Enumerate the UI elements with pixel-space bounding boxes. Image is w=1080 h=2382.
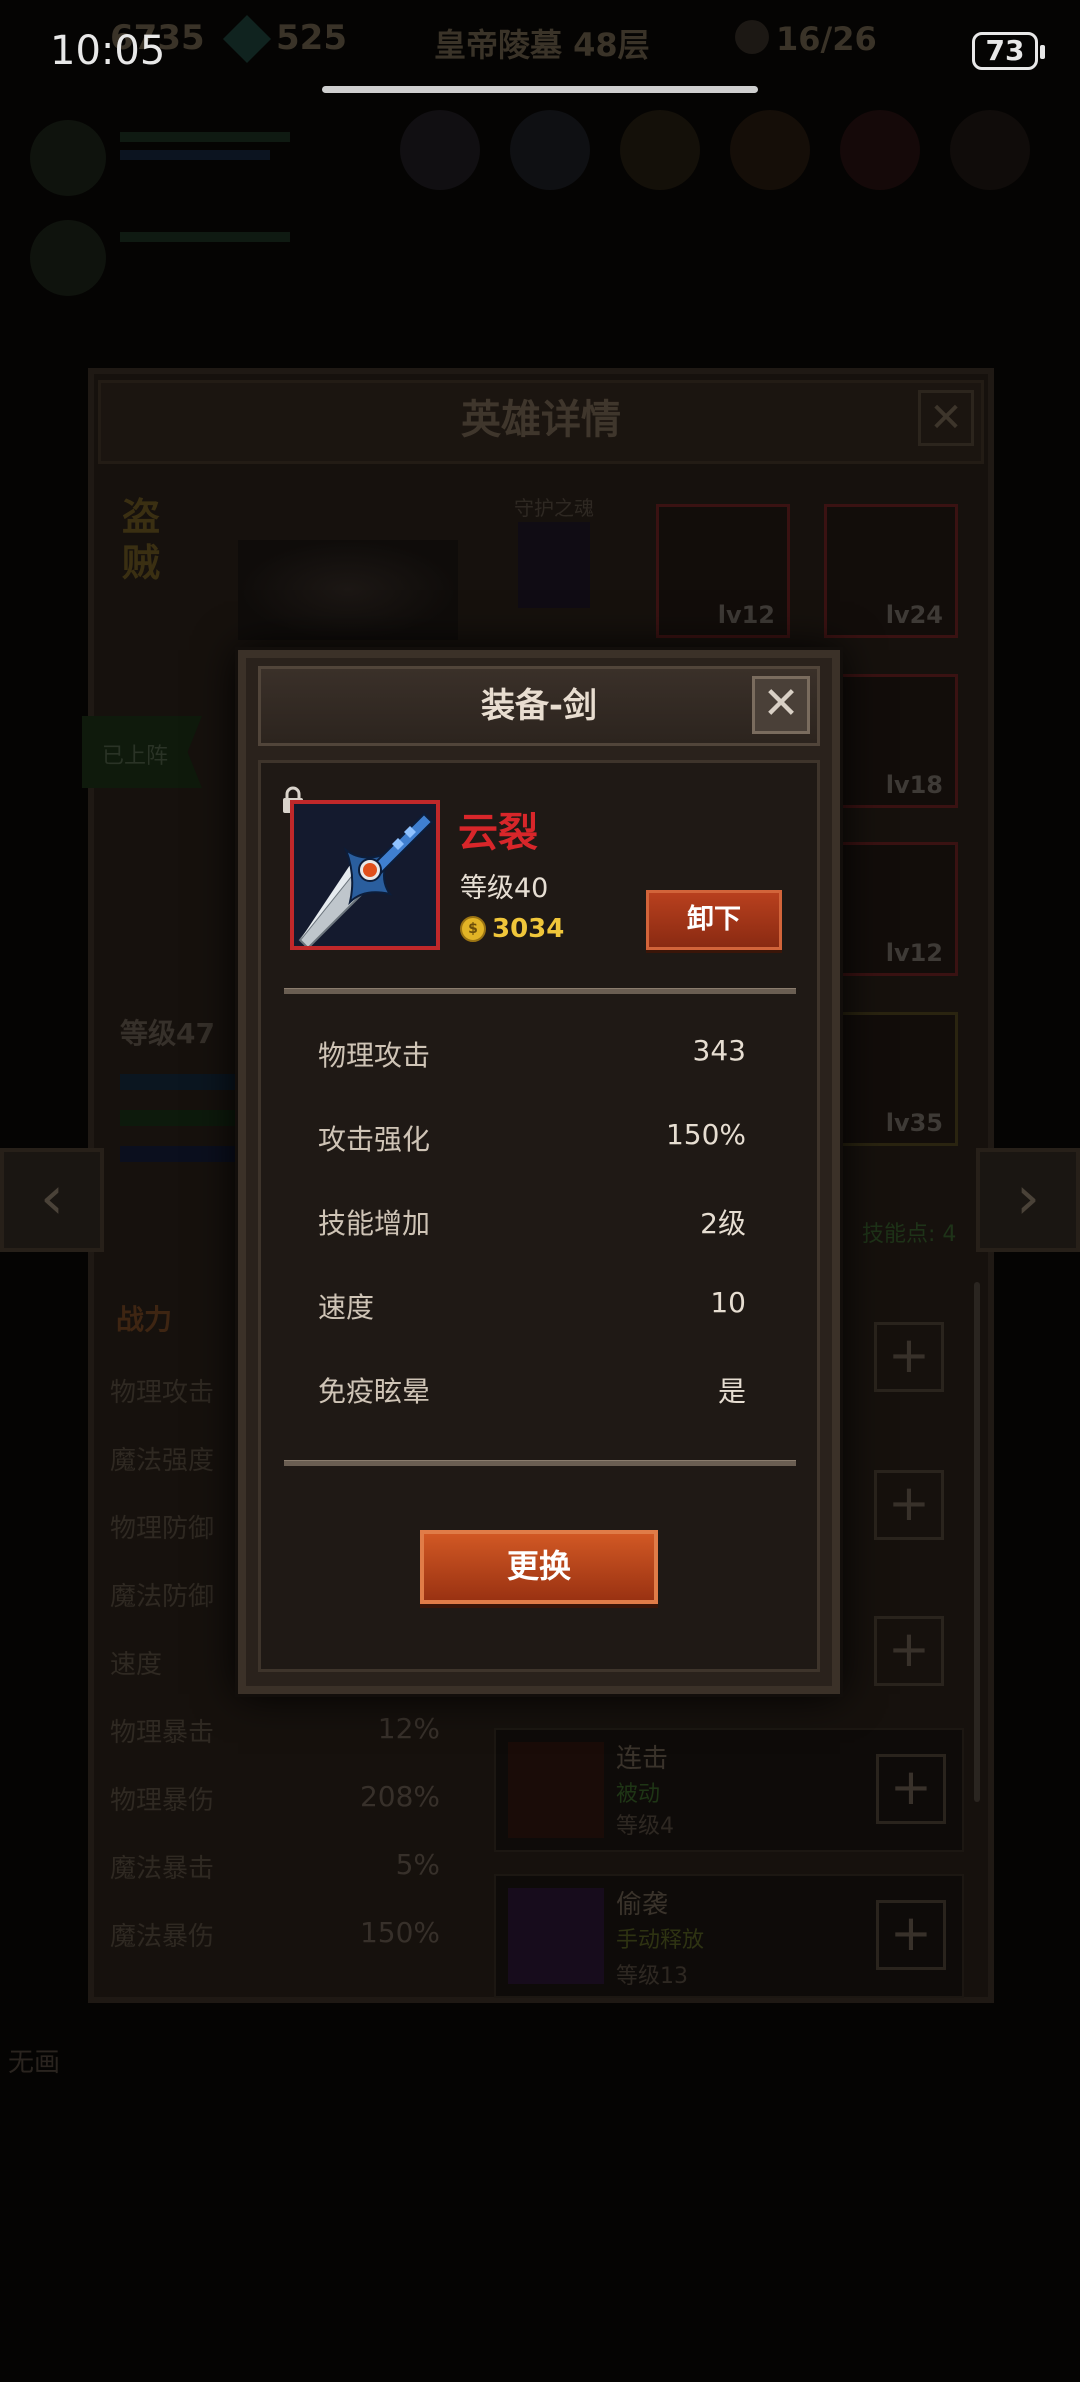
skill-icon[interactable] [840, 110, 920, 190]
deployed-label: 已上阵 [102, 744, 169, 769]
stat-row: 魔法暴击 5% [110, 1848, 440, 1884]
skill-icon[interactable] [400, 110, 480, 190]
slot-level: lv24 [885, 601, 943, 629]
skill-add-button[interactable]: + [874, 1322, 944, 1392]
mp-bar [120, 1146, 238, 1162]
location-label: 皇帝陵墓 48层 [434, 26, 650, 64]
stat-label: 技能增加 [318, 1207, 431, 1240]
guardian-label: 守护之魂 [514, 496, 594, 520]
stat-row: 物理暴击 12% [110, 1712, 440, 1748]
hero-detail-close-button[interactable]: ✕ [918, 390, 974, 446]
item-level: 等级40 [460, 873, 549, 904]
hero-portrait [238, 540, 458, 640]
skill-level: 等级4 [616, 1814, 674, 1839]
divider [284, 1460, 796, 1466]
hero-list-bar [120, 232, 290, 242]
skill-type: 手动释放 [616, 1928, 705, 1953]
stats-header: 战力 [116, 1303, 173, 1336]
slot-level: lv12 [885, 939, 943, 967]
skill-icon[interactable] [510, 110, 590, 190]
slot-level: lv35 [885, 1109, 943, 1137]
hero-list-avatar[interactable] [30, 120, 106, 196]
stat-label: 速度 [318, 1291, 375, 1324]
stat-label: 物理攻击 [318, 1039, 431, 1072]
xp-bar [120, 1110, 238, 1126]
stat-value: 10 [710, 1286, 746, 1319]
equipment-slot-armor[interactable]: lv18 [824, 674, 958, 808]
guardian-soul-icon[interactable] [518, 522, 590, 608]
skill-add-button[interactable]: + [876, 1900, 946, 1970]
status-time: 10:05 [50, 28, 166, 74]
skill-icon[interactable] [730, 110, 810, 190]
hero-detail-title: 英雄详情 [461, 397, 621, 443]
gem-counter: 525 [276, 18, 347, 58]
slot-level: lv12 [717, 601, 775, 629]
equipment-slot-shield[interactable]: lv35 [824, 1012, 958, 1146]
skill-icon-row [400, 110, 1060, 190]
skill-add-button[interactable]: + [874, 1616, 944, 1686]
hero-class: 盗 贼 [122, 495, 161, 585]
item-name: 云裂 [458, 810, 538, 856]
skill-type: 被动 [616, 1782, 661, 1807]
dialog-title: 装备-剑 [480, 686, 598, 726]
dialog-close-button[interactable]: ✕ [752, 676, 810, 734]
stat-value: 343 [692, 1034, 746, 1067]
replace-button[interactable]: 更换 [420, 1530, 658, 1604]
stat-row: 物理暴伤 208% [110, 1780, 440, 1816]
stat-value: 150% [665, 1118, 746, 1151]
gem-icon [222, 14, 272, 64]
slot-level: lv18 [885, 771, 943, 799]
skill-icon[interactable] [950, 110, 1030, 190]
skill-name: 连击 [616, 1744, 669, 1774]
item-price: 3034 [492, 914, 565, 944]
skull-icon [735, 20, 769, 54]
hp-bar [120, 1074, 238, 1090]
stat-label: 攻击强化 [318, 1123, 431, 1156]
skill-icon[interactable] [620, 110, 700, 190]
skill-icon [508, 1742, 604, 1838]
hero-list-bar [120, 132, 290, 142]
stat-row: 魔法暴伤 150% [110, 1916, 440, 1952]
stat-value: 2级 [700, 1207, 746, 1240]
skill-points-label: 技能点: 4 [862, 1222, 957, 1247]
skill-name: 偷袭 [616, 1890, 669, 1920]
skill-row: 连击 被动 等级4 + [494, 1728, 964, 1852]
equipment-slot-amulet[interactable]: lv24 [824, 504, 958, 638]
equipment-slot-helmet[interactable]: lv12 [656, 504, 790, 638]
sword-item-icon[interactable] [290, 800, 440, 950]
skill-icon [508, 1888, 604, 1984]
stat-label: 免疫眩晕 [318, 1375, 431, 1408]
skill-row: 偷袭 手动释放 等级13 + [494, 1874, 964, 1998]
hero-list-avatar[interactable] [30, 220, 106, 296]
gold-coin-icon: $ [460, 916, 486, 942]
stat-value: 是 [717, 1375, 746, 1408]
hero-list-bar [120, 150, 270, 160]
equipment-slot-ring[interactable]: lv12 [824, 842, 958, 976]
progress-counter: 16/26 [776, 20, 877, 58]
skill-add-button[interactable]: + [874, 1470, 944, 1540]
pull-down-handle[interactable] [322, 86, 758, 93]
skill-add-button[interactable]: + [876, 1754, 946, 1824]
previous-hero-button[interactable]: ‹ [0, 1148, 104, 1252]
hero-level: 等级47 [120, 1017, 215, 1050]
battery-icon: 73 [972, 32, 1045, 70]
skills-scrollbar[interactable] [974, 1282, 980, 1802]
skill-level: 等级13 [616, 1964, 688, 1989]
next-hero-button[interactable]: › [976, 1148, 1080, 1252]
unequip-button[interactable]: 卸下 [646, 890, 782, 950]
bottom-label: 无画 [8, 2048, 61, 2078]
divider [284, 988, 796, 994]
